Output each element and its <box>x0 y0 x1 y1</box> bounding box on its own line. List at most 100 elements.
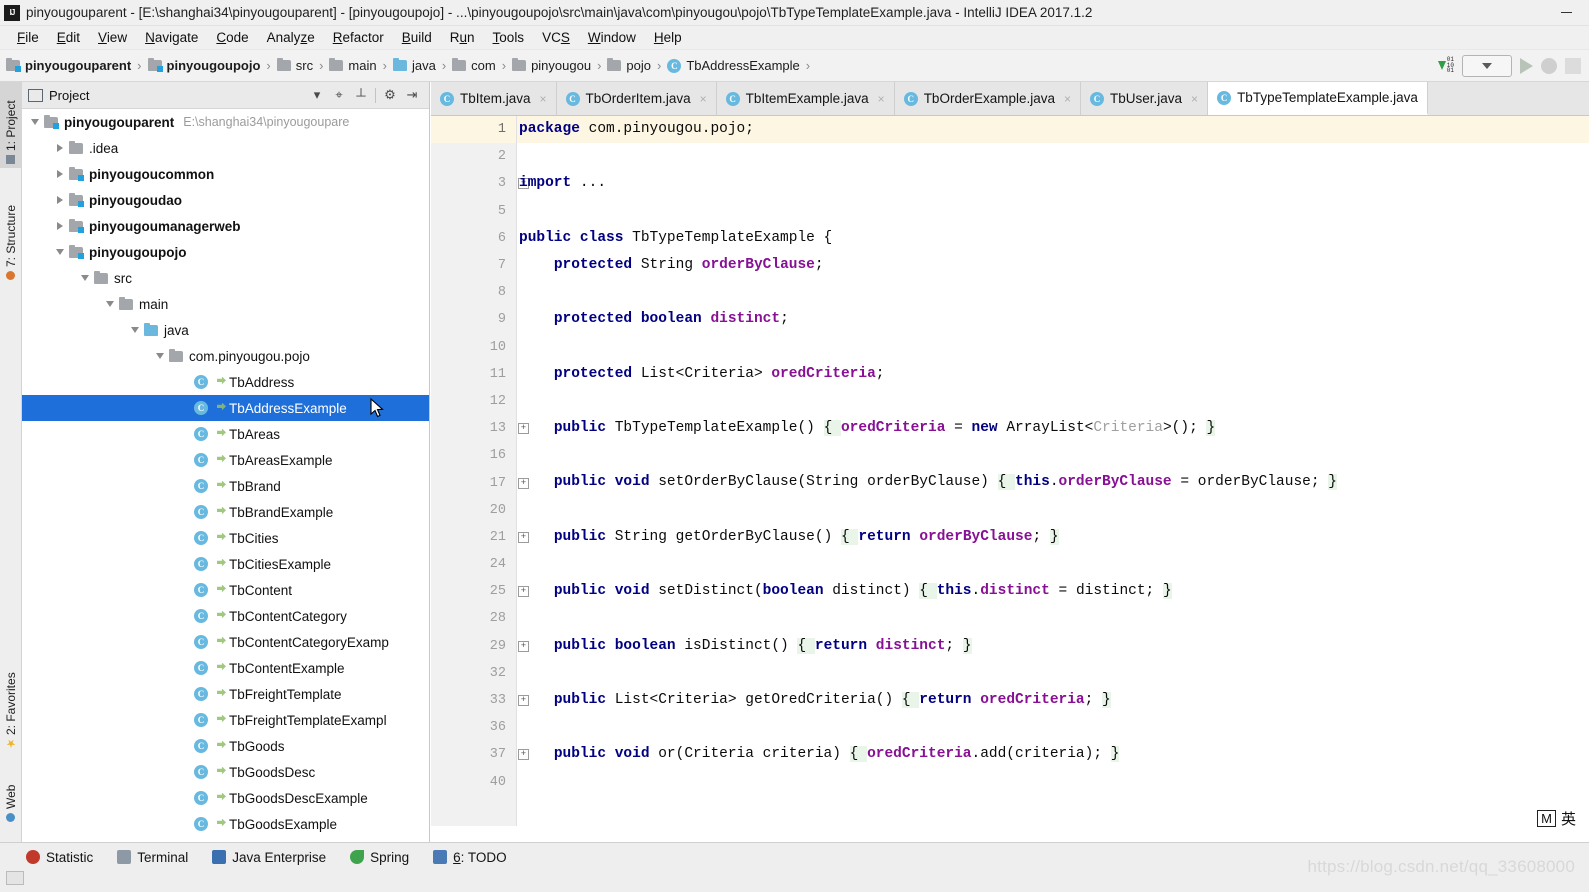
tree-item[interactable]: pinyougoucommon <box>22 161 429 187</box>
run-configuration-dropdown[interactable] <box>1462 54 1512 77</box>
run-icon[interactable] <box>1520 57 1533 74</box>
collapse-all-icon[interactable]: ┴ <box>350 85 372 105</box>
close-icon[interactable]: × <box>700 92 707 106</box>
breadcrumb-item-pojo[interactable]: pojo › <box>607 58 667 73</box>
editor-tab-tborderitem-java[interactable]: C TbOrderItem.java × <box>556 82 717 115</box>
locate-icon[interactable]: ⌖ <box>328 85 350 105</box>
tree-item-selected[interactable]: C TbAddressExample <box>22 395 429 421</box>
sidebar-item-web[interactable]: Web <box>0 760 22 826</box>
tree-item[interactable]: C TbCities <box>22 525 429 551</box>
editor-tab-tbuser-java[interactable]: C TbUser.java × <box>1081 82 1209 115</box>
gutter-line[interactable]: 36 <box>431 714 516 741</box>
tree-item[interactable]: C TbFreightTemplateExampl <box>22 707 429 733</box>
chevron-down-icon[interactable] <box>128 323 142 337</box>
tree-item[interactable]: C TbGoodsExample <box>22 811 429 837</box>
editor-tab-tborderexample-java[interactable]: C TbOrderExample.java × <box>894 82 1082 115</box>
view-mode-dropdown[interactable]: ▾ <box>306 85 328 105</box>
editor-gutter[interactable]: 1 2 3 +5 6 7 8 9 10 11 12 13 +16 17 +20 21 +24 25 +28 29 +32… <box>431 116 529 826</box>
menu-item-tools[interactable]: Tools <box>484 28 534 47</box>
menu-item-view[interactable]: View <box>89 28 136 47</box>
breadcrumb-item-java[interactable]: java › <box>392 58 452 73</box>
menu-item-build[interactable]: Build <box>393 28 441 47</box>
chevron-down-icon[interactable] <box>153 349 167 363</box>
gutter-line[interactable]: 11 <box>431 361 516 388</box>
status-bar-item-java-enterprise[interactable]: Java Enterprise <box>212 850 326 865</box>
chevron-down-icon[interactable] <box>78 271 92 285</box>
close-icon[interactable]: × <box>1064 92 1071 106</box>
breadcrumb-item-pinyougou[interactable]: pinyougou › <box>512 58 607 73</box>
menu-item-vcs[interactable]: VCS <box>533 28 579 47</box>
sidebar-item-structure[interactable]: 7: Structure <box>0 174 22 284</box>
breadcrumb-item-pinyougoupojo[interactable]: pinyougoupojo › <box>147 58 277 73</box>
tree-item[interactable]: pinyougouparent E:\shanghai34\pinyougoupa… <box>22 109 429 135</box>
gutter-line[interactable]: 7 <box>431 252 516 279</box>
sidebar-item-project[interactable]: 1: Project <box>0 82 22 168</box>
line-numbers-icon[interactable]: 01 10 01 <box>1437 57 1454 74</box>
tree-item[interactable]: C TbBrandExample <box>22 499 429 525</box>
tree-item[interactable]: java <box>22 317 429 343</box>
gutter-line[interactable]: 20 <box>431 497 516 524</box>
tree-item[interactable]: C TbGoodsDesc <box>22 759 429 785</box>
gutter-line[interactable]: 16 <box>431 442 516 469</box>
tree-item[interactable]: C TbGoodsDescExample <box>22 785 429 811</box>
gutter-line[interactable]: 2 <box>431 143 516 170</box>
gutter-line[interactable]: 29 + <box>431 633 529 660</box>
gutter-line[interactable]: 32 <box>431 660 516 687</box>
breadcrumb-item-main[interactable]: main › <box>329 58 393 73</box>
sidebar-item-favorites[interactable]: 2: Favorites <box>0 642 22 752</box>
menu-item-code[interactable]: Code <box>207 28 257 47</box>
gutter-line[interactable]: 33 + <box>431 687 529 714</box>
editor-code-area[interactable]: package com.pinyougou.pojo; import ... pub… <box>517 116 1589 826</box>
status-bar-item-spring[interactable]: Spring <box>350 850 409 865</box>
chevron-right-icon[interactable] <box>53 141 67 155</box>
debug-icon[interactable] <box>1541 57 1557 74</box>
menu-item-file[interactable]: File <box>8 28 48 47</box>
chevron-right-icon[interactable] <box>53 219 67 233</box>
tree-item[interactable]: C TbAreas <box>22 421 429 447</box>
coverage-icon[interactable] <box>1565 57 1581 74</box>
close-icon[interactable]: × <box>878 92 885 106</box>
chevron-down-icon[interactable] <box>53 245 67 259</box>
gutter-line[interactable]: 17 + <box>431 469 529 496</box>
tree-item[interactable]: C TbFreightTemplate <box>22 681 429 707</box>
gutter-line[interactable]: 21 + <box>431 524 529 551</box>
gutter-line[interactable]: 9 <box>431 306 516 333</box>
ime-indicator[interactable]: M 英 <box>1532 806 1581 831</box>
gutter-line[interactable]: 25 + <box>431 578 529 605</box>
gutter-line[interactable]: 6 <box>431 225 516 252</box>
tree-item[interactable]: pinyougoupojo <box>22 239 429 265</box>
gutter-line[interactable]: 8 <box>431 279 516 306</box>
tree-item[interactable]: com.pinyougou.pojo <box>22 343 429 369</box>
settings-gear-icon[interactable]: ⚙ <box>379 85 401 105</box>
tree-item[interactable]: pinyougoudao <box>22 187 429 213</box>
gutter-line[interactable]: 40 <box>431 769 516 796</box>
close-icon[interactable]: × <box>1191 92 1198 106</box>
menu-item-window[interactable]: Window <box>579 28 645 47</box>
gutter-line[interactable]: 5 <box>431 198 516 225</box>
tree-item[interactable]: C TbBrand <box>22 473 429 499</box>
status-bar-item-terminal[interactable]: Terminal <box>117 850 188 865</box>
tree-item[interactable]: C TbAreasExample <box>22 447 429 473</box>
tree-item[interactable]: pinyougoumanagerweb <box>22 213 429 239</box>
tree-item[interactable]: C TbContentCategoryExamp <box>22 629 429 655</box>
gutter-line[interactable]: 10 <box>431 334 516 361</box>
tree-item[interactable]: main <box>22 291 429 317</box>
breadcrumb-item-src[interactable]: src › <box>276 58 330 73</box>
breadcrumb-item-com[interactable]: com › <box>452 58 512 73</box>
chevron-right-icon[interactable] <box>53 167 67 181</box>
code-editor[interactable]: 1 2 3 +5 6 7 8 9 10 11 12 13 +16 17 +20 21 +24 25 +28 29 +32… <box>431 116 1589 826</box>
tree-item[interactable]: C TbContentExample <box>22 655 429 681</box>
status-bar-item-6-todo[interactable]: 6: TODO <box>433 850 507 865</box>
breadcrumb-item-pinyougouparent[interactable]: pinyougouparent › <box>6 58 148 73</box>
hide-panel-icon[interactable]: ⇥ <box>401 85 423 105</box>
editor-tab-tbitem-java[interactable]: C TbItem.java × <box>431 82 557 115</box>
gutter-line[interactable]: 13 + <box>431 415 529 442</box>
gutter-line[interactable]: 37 + <box>431 741 529 768</box>
tree-item[interactable]: src <box>22 265 429 291</box>
tree-item[interactable]: C TbContent <box>22 577 429 603</box>
gutter-line[interactable]: 24 <box>431 551 516 578</box>
close-icon[interactable]: × <box>540 92 547 106</box>
menu-item-run[interactable]: Run <box>441 28 484 47</box>
menu-item-refactor[interactable]: Refactor <box>324 28 393 47</box>
gutter-line[interactable]: 28 <box>431 605 516 632</box>
